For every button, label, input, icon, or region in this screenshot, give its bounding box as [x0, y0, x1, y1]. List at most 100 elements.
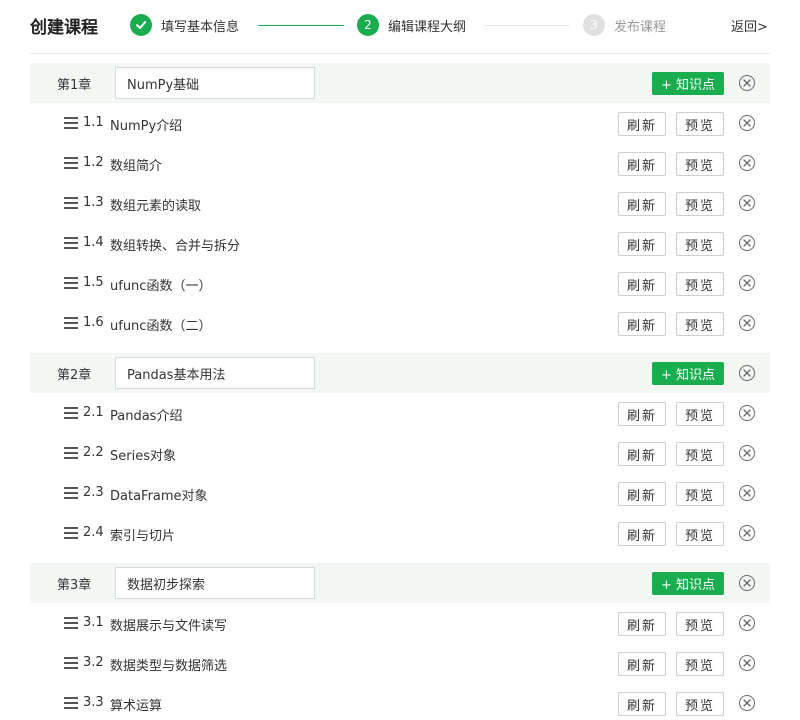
- refresh-button[interactable]: 刷新: [618, 272, 666, 296]
- add-knowledge-point-button[interactable]: + 知识点: [652, 572, 724, 595]
- lesson-row: 1.3 数组元素的读取 刷新 预览: [30, 183, 770, 223]
- step-label: 发布课程: [614, 19, 667, 35]
- lesson-row: 2.3 DataFrame对象 刷新 预览: [30, 473, 770, 513]
- chapter-row: 第1章 + 知识点: [30, 63, 770, 103]
- lesson-number: 1.3: [83, 195, 104, 210]
- add-knowledge-point-button[interactable]: + 知识点: [652, 362, 724, 385]
- lesson-row: 2.4 索引与切片 刷新 预览: [30, 513, 770, 553]
- remove-lesson-icon[interactable]: [739, 405, 755, 421]
- remove-lesson-icon[interactable]: [739, 445, 755, 461]
- back-link[interactable]: 返回>: [731, 16, 768, 35]
- lesson-number: 2.2: [83, 445, 104, 460]
- preview-button[interactable]: 预览: [676, 312, 724, 336]
- step-connector: [484, 25, 570, 26]
- lesson-number: 3.2: [83, 655, 104, 670]
- preview-button[interactable]: 预览: [676, 272, 724, 296]
- lesson-number: 2.1: [83, 405, 104, 420]
- lesson-row: 3.1 数据展示与文件读写 刷新 预览: [30, 603, 770, 643]
- preview-button[interactable]: 预览: [676, 112, 724, 136]
- drag-handle-icon[interactable]: [64, 197, 78, 209]
- drag-handle-icon[interactable]: [64, 697, 78, 709]
- chapter-title-input[interactable]: [115, 567, 315, 599]
- preview-button[interactable]: 预览: [676, 442, 724, 466]
- preview-button[interactable]: 预览: [676, 232, 724, 256]
- step-basic-info: 填写基本信息: [130, 12, 239, 38]
- chapter-title-input[interactable]: [115, 357, 315, 389]
- preview-button[interactable]: 预览: [676, 482, 724, 506]
- drag-handle-icon[interactable]: [64, 237, 78, 249]
- lesson-number: 1.6: [83, 315, 104, 330]
- remove-lesson-icon[interactable]: [739, 485, 755, 501]
- lesson-number: 1.2: [83, 155, 104, 170]
- preview-button[interactable]: 预览: [676, 652, 724, 676]
- refresh-button[interactable]: 刷新: [618, 312, 666, 336]
- remove-lesson-icon[interactable]: [739, 695, 755, 711]
- preview-button[interactable]: 预览: [676, 692, 724, 716]
- lesson-number: 1.4: [83, 235, 104, 250]
- step-number: 3: [583, 14, 605, 36]
- lesson-row: 1.1 NumPy介绍 刷新 预览: [30, 103, 770, 143]
- refresh-button[interactable]: 刷新: [618, 612, 666, 636]
- refresh-button[interactable]: 刷新: [618, 402, 666, 426]
- header-divider: [30, 53, 770, 54]
- remove-lesson-icon[interactable]: [739, 155, 755, 171]
- remove-lesson-icon[interactable]: [739, 525, 755, 541]
- lesson-title: 数据展示与文件读写: [110, 619, 228, 634]
- refresh-button[interactable]: 刷新: [618, 652, 666, 676]
- step-edit-outline: 2 编辑课程大纲: [357, 12, 466, 38]
- drag-handle-icon[interactable]: [64, 527, 78, 539]
- lesson-row: 1.5 ufunc函数（一） 刷新 预览: [30, 263, 770, 303]
- remove-chapter-icon[interactable]: [739, 575, 755, 591]
- preview-button[interactable]: 预览: [676, 192, 724, 216]
- remove-lesson-icon[interactable]: [739, 315, 755, 331]
- drag-handle-icon[interactable]: [64, 447, 78, 459]
- lesson-number: 1.5: [83, 275, 104, 290]
- lesson-number: 3.3: [83, 695, 104, 710]
- drag-handle-icon[interactable]: [64, 277, 78, 289]
- refresh-button[interactable]: 刷新: [618, 482, 666, 506]
- drag-handle-icon[interactable]: [64, 157, 78, 169]
- add-knowledge-point-button[interactable]: + 知识点: [652, 72, 724, 95]
- preview-button[interactable]: 预览: [676, 402, 724, 426]
- lesson-number: 3.1: [83, 615, 104, 630]
- preview-button[interactable]: 预览: [676, 152, 724, 176]
- lesson-title: Series对象: [110, 449, 176, 464]
- preview-button[interactable]: 预览: [676, 612, 724, 636]
- refresh-button[interactable]: 刷新: [618, 152, 666, 176]
- refresh-button[interactable]: 刷新: [618, 192, 666, 216]
- refresh-button[interactable]: 刷新: [618, 522, 666, 546]
- chapter-row: 第2章 + 知识点: [30, 353, 770, 393]
- drag-handle-icon[interactable]: [64, 117, 78, 129]
- lesson-row: 1.2 数组简介 刷新 预览: [30, 143, 770, 183]
- remove-lesson-icon[interactable]: [739, 655, 755, 671]
- drag-handle-icon[interactable]: [64, 487, 78, 499]
- lesson-title: ufunc函数（一）: [110, 279, 212, 294]
- step-label: 填写基本信息: [161, 19, 240, 35]
- course-outline: 第1章+ 知识点1.1NumPy介绍刷新预览1.2数组简介刷新预览 1.3 数组元素…: [30, 63, 770, 720]
- remove-chapter-icon[interactable]: [739, 365, 755, 381]
- remove-lesson-icon[interactable]: [739, 235, 755, 251]
- drag-handle-icon[interactable]: [64, 407, 78, 419]
- chapter-label: 第3章: [57, 577, 92, 593]
- drag-handle-icon[interactable]: [64, 317, 78, 329]
- remove-lesson-icon[interactable]: [739, 615, 755, 631]
- refresh-button[interactable]: 刷新: [618, 112, 666, 136]
- lesson-row: 2.1 Pandas介绍 刷新 预览: [30, 393, 770, 433]
- chapter-label: 第2章: [57, 367, 92, 383]
- page-header: 创建课程 填写基本信息 2 编辑课程大纲 3 发布课程 返回>: [0, 0, 800, 52]
- refresh-button[interactable]: 刷新: [618, 442, 666, 466]
- lesson-title: 索引与切片: [110, 529, 176, 544]
- drag-handle-icon[interactable]: [64, 657, 78, 669]
- lesson-title: 数组元素的读取: [110, 199, 202, 214]
- remove-lesson-icon[interactable]: [739, 115, 755, 131]
- lesson-title: ufunc函数（二）: [110, 319, 212, 334]
- chapter-title-input[interactable]: [115, 67, 315, 99]
- refresh-button[interactable]: 刷新: [618, 232, 666, 256]
- preview-button[interactable]: 预览: [676, 522, 724, 546]
- remove-lesson-icon[interactable]: [739, 195, 755, 211]
- remove-chapter-icon[interactable]: [739, 75, 755, 91]
- step-label: 编辑课程大纲: [388, 19, 467, 35]
- drag-handle-icon[interactable]: [64, 617, 78, 629]
- remove-lesson-icon[interactable]: [739, 275, 755, 291]
- refresh-button[interactable]: 刷新: [618, 692, 666, 716]
